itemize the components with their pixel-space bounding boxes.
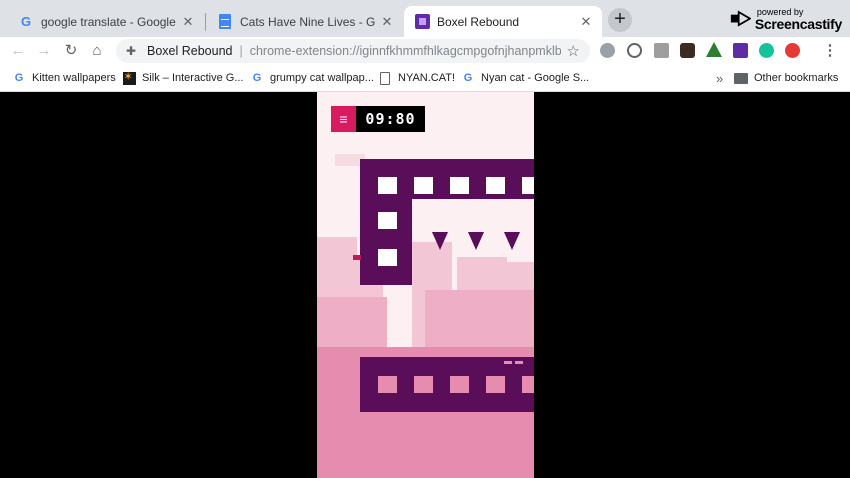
game-timer: 09:80 xyxy=(356,106,425,132)
bookmark-label: grumpy cat wallpap... xyxy=(270,72,374,84)
address-divider: | xyxy=(239,44,243,58)
player-boxel xyxy=(353,255,361,260)
forward-arrow-icon[interactable]: → xyxy=(34,41,54,61)
game-canvas[interactable]: ≡ 09:80 xyxy=(317,92,534,478)
platform-vent xyxy=(515,361,523,364)
platform-window xyxy=(378,212,397,229)
platform-window xyxy=(522,376,534,393)
address-site-name: Boxel Rebound xyxy=(147,44,233,58)
foreground-building xyxy=(425,290,534,347)
page-icon xyxy=(378,71,392,85)
platform-window xyxy=(522,177,534,194)
screencastify-watermark: powered by Screencastify xyxy=(730,2,842,36)
browser-toolbar: ← → ↻ ⌂ ✚ Boxel Rebound | chrome-extensi… xyxy=(0,37,850,64)
back-arrow-icon[interactable]: ← xyxy=(8,41,28,61)
extension-circle-icon[interactable] xyxy=(627,43,642,58)
google-docs-icon xyxy=(217,14,233,30)
platform-window xyxy=(378,376,397,393)
extension-puzzle-icon: ✚ xyxy=(126,44,137,58)
bookmark-label: Silk – Interactive G... xyxy=(142,72,244,84)
platform-window xyxy=(486,177,505,194)
game-menu-button[interactable]: ≡ xyxy=(331,106,356,132)
extension-boxel-icon[interactable] xyxy=(733,43,748,58)
tab-strip: G google translate - Google Search ✕ Cat… xyxy=(0,0,850,37)
spike-hazard xyxy=(432,232,448,250)
tab-divider xyxy=(205,13,206,31)
extension-record-icon[interactable] xyxy=(785,43,800,58)
bookmark-nyan-cat-search[interactable]: G Nyan cat - Google S... xyxy=(461,69,590,87)
other-bookmarks-label: Other bookmarks xyxy=(754,72,839,84)
bookmark-kitten-wallpapers[interactable]: G Kitten wallpapers xyxy=(12,69,116,87)
platform-window xyxy=(414,177,433,194)
platform-vent xyxy=(504,361,512,364)
page-viewport: ≡ 09:80 xyxy=(0,92,850,478)
platform-window xyxy=(486,376,505,393)
extension-avatar-icon[interactable] xyxy=(680,43,695,58)
google-icon: G xyxy=(463,72,473,84)
close-tab-icon[interactable]: ✕ xyxy=(578,14,594,30)
watermark-brand-text: Screencastify xyxy=(754,15,842,32)
platform-window xyxy=(414,376,433,393)
spike-hazard xyxy=(504,232,520,250)
extension-grammarly-icon[interactable] xyxy=(759,43,774,58)
tab-title: google translate - Google Search xyxy=(41,14,176,29)
platform-window xyxy=(378,177,397,194)
reload-icon[interactable]: ↻ xyxy=(61,41,81,61)
tab-title: Boxel Rebound xyxy=(437,14,520,29)
silk-icon xyxy=(122,70,136,85)
address-url: chrome-extension://iginnfkhmmfhlkagcmpgo… xyxy=(249,44,561,58)
screencastify-icon xyxy=(730,10,751,27)
boxel-rebound-icon xyxy=(414,14,430,30)
new-tab-button[interactable]: + xyxy=(608,8,632,32)
bookmarks-bar: G Kitten wallpapers Silk – Interactive G… xyxy=(0,64,850,92)
other-bookmarks-folder[interactable]: Other bookmarks xyxy=(734,69,838,87)
extension-tree-icon[interactable] xyxy=(706,42,722,57)
platform-window xyxy=(378,249,397,266)
bookmark-nyan-cat[interactable]: NYAN.CAT! xyxy=(378,69,455,87)
bookmark-label: Nyan cat - Google S... xyxy=(481,72,590,84)
platform-window xyxy=(450,376,469,393)
bookmark-star-icon[interactable]: ☆ xyxy=(567,42,580,60)
bookmark-label: Kitten wallpapers xyxy=(32,72,116,84)
chrome-menu-icon[interactable]: ⋮ xyxy=(820,41,840,61)
spike-hazard xyxy=(468,232,484,250)
address-bar[interactable]: ✚ Boxel Rebound | chrome-extension://igi… xyxy=(116,39,590,63)
close-tab-icon[interactable]: ✕ xyxy=(180,14,196,30)
google-icon: G xyxy=(14,72,24,84)
close-tab-icon[interactable]: ✕ xyxy=(379,14,395,30)
google-icon: G xyxy=(252,72,262,84)
tab-boxel-rebound[interactable]: Boxel Rebound ✕ xyxy=(404,6,602,37)
platform-window xyxy=(450,177,469,194)
bookmark-label: NYAN.CAT! xyxy=(398,72,456,84)
tab-google-translate[interactable]: G google translate - Google Search ✕ xyxy=(8,6,204,37)
extension-box-icon[interactable] xyxy=(654,43,669,58)
bookmark-silk[interactable]: Silk – Interactive G... xyxy=(122,69,243,87)
folder-icon xyxy=(734,71,748,85)
tab-title: Cats Have Nine Lives - Google Do xyxy=(240,14,375,29)
google-icon: G xyxy=(20,14,32,29)
extension-chat-icon[interactable] xyxy=(600,43,615,58)
bookmarks-overflow-chevron[interactable]: » xyxy=(716,69,723,87)
home-icon[interactable]: ⌂ xyxy=(87,41,107,61)
foreground-building xyxy=(317,297,387,347)
tab-cats-have-nine-lives[interactable]: Cats Have Nine Lives - Google Do ✕ xyxy=(207,6,403,37)
bookmark-grumpy-cat[interactable]: G grumpy cat wallpap... xyxy=(250,69,374,87)
